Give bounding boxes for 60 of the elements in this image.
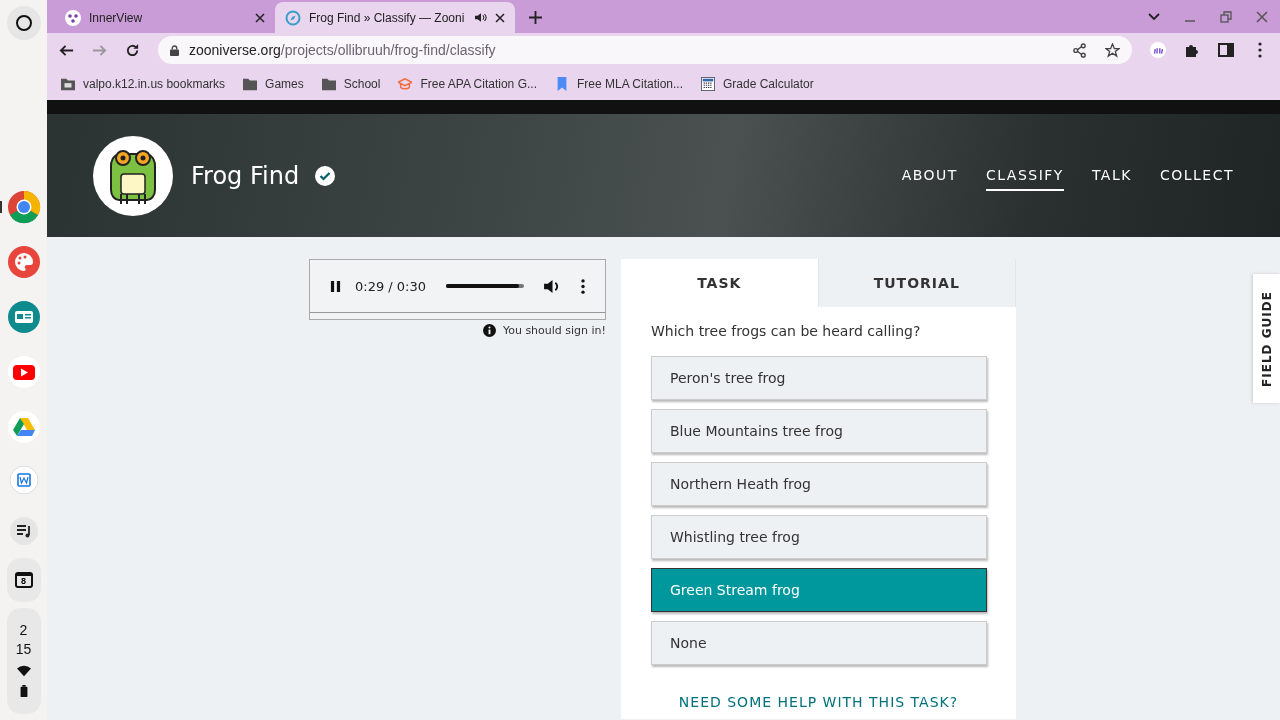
calendar-tray[interactable]: 8 [6,558,41,602]
graduation-cap-icon [398,76,413,91]
chevron-down-icon[interactable] [1148,11,1160,23]
nav-link[interactable]: COLLECT [1159,160,1234,191]
url-text: zooniverse.org/projects/ollibruuh/frog-find/classify [189,42,496,58]
speaker-icon[interactable] [475,12,487,23]
answer-option[interactable]: None [651,621,987,665]
bookmark[interactable]: Grade Calculator [701,76,814,91]
folder-icon [321,76,336,91]
answer-option[interactable]: Peron's tree frog [651,356,987,400]
answer-option[interactable]: Green Stream frog [651,568,987,612]
reload-icon[interactable] [125,42,140,58]
clock-text: 2 [19,622,28,638]
browser-icon[interactable] [0,190,41,224]
sign-in-notice: You should sign in! [502,324,606,337]
answer-option[interactable]: Blue Mountains tree frog [651,409,987,453]
star-icon[interactable] [1105,42,1120,58]
side-panel-icon[interactable] [1218,42,1234,58]
field-guide-tab[interactable]: FIELD GUIDE [1253,274,1280,403]
nav-link[interactable]: CLASSIFY [985,160,1064,191]
nav-link[interactable]: TALK [1091,160,1132,191]
clock-text: 15 [15,641,32,657]
wifi-icon [16,665,31,677]
info-icon [482,324,496,337]
status-tray[interactable]: 2 15 [6,608,41,714]
project-title: Frog Find [191,161,300,190]
bookmark[interactable]: valpo.k12.in.us bookmarks [61,76,226,91]
launcher-button[interactable] [6,6,41,40]
bookmark[interactable]: Games [243,76,304,91]
restore-icon[interactable] [1220,11,1232,23]
extension-logo-icon[interactable] [1150,42,1166,58]
compass-icon [285,9,301,26]
address-bar[interactable]: zooniverse.org/projects/ollibruuh/frog-find/classify [158,36,1132,64]
time-readout: 0:29 / 0:30 [355,278,427,294]
bookmark[interactable]: Free MLA Citation... [554,76,683,91]
pause-icon[interactable] [330,279,341,293]
task-question: Which tree frogs can be heard calling? [651,323,922,339]
more-options-icon[interactable] [581,278,585,294]
calendar-day: 8 [14,572,33,588]
lock-icon [170,44,179,56]
nav-link[interactable]: ABOUT [901,160,958,191]
answer-option[interactable]: Whistling tree frog [651,515,987,559]
answer-option[interactable]: Northern Heath frog [651,462,987,506]
frog-logo-icon [93,135,173,216]
task-tab[interactable]: TUTORIAL [818,259,1016,307]
bookmark[interactable]: Free APA Citation G... [398,76,537,91]
browser-tab[interactable]: InnerView [55,2,275,33]
folder-icon [243,76,258,91]
browser-tab[interactable]: Frog Find » Classify — Zooni [275,2,515,33]
share-icon[interactable] [1072,42,1087,58]
favicon-icon [65,9,81,26]
puzzle-icon[interactable] [1184,42,1200,58]
close-icon[interactable] [495,12,505,23]
new-tab-icon[interactable] [529,11,542,24]
folder-icon [61,76,75,91]
help-link[interactable]: NEED SOME HELP WITH THIS TASK? [651,694,986,710]
calculator-icon [701,76,715,91]
bookmark[interactable]: School [321,76,381,91]
close-icon[interactable] [255,12,265,23]
volume-icon[interactable] [544,278,561,294]
